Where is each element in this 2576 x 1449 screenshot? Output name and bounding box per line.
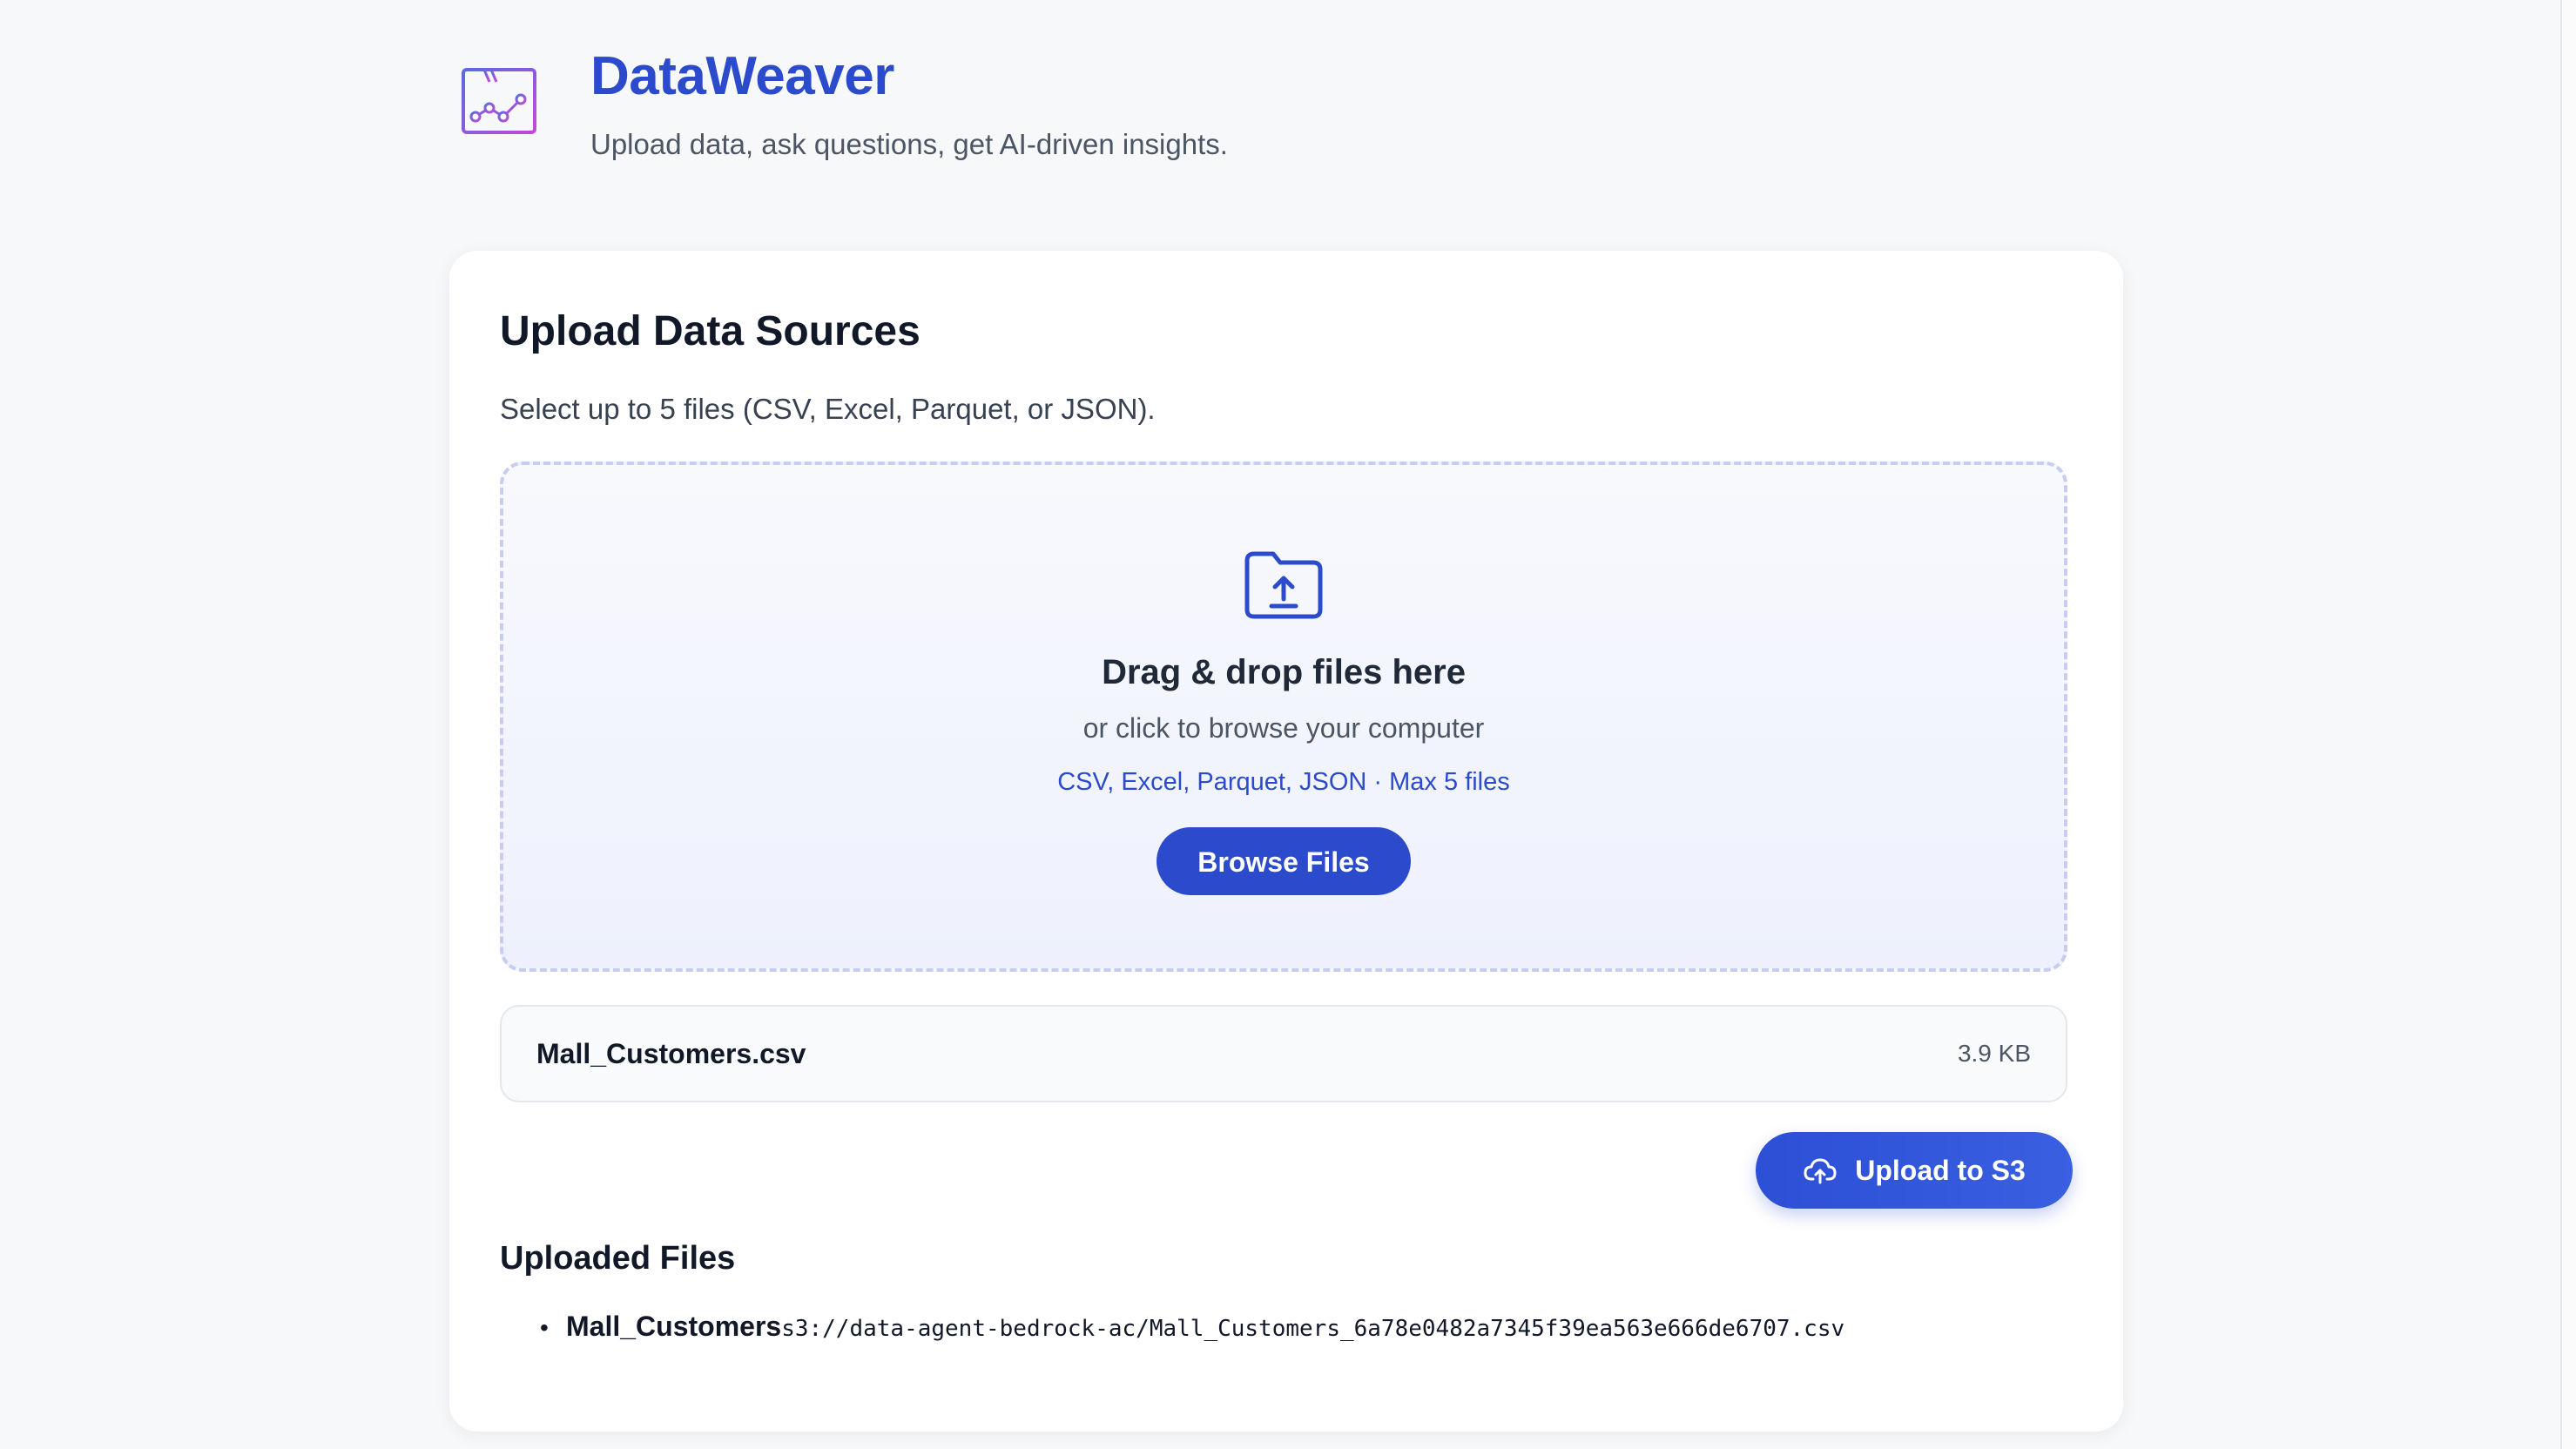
bullet-icon: • [540,1314,549,1341]
brand: DataWeaver Upload data, ask questions, g… [590,45,1228,162]
page: DataWeaver Upload data, ask questions, g… [0,0,2576,1449]
app-header: DataWeaver Upload data, ask questions, g… [460,45,1228,162]
dropzone-hint: CSV, Excel, Parquet, JSON · Max 5 files [1057,768,1510,796]
app-subtitle: Upload data, ask questions, get AI-drive… [590,128,1228,160]
upload-button-label: Upload to S3 [1855,1154,2026,1186]
dropzone-subtitle: or click to browse your computer [1082,712,1485,744]
upload-card-title: Upload Data Sources [500,308,920,354]
dropzone-title: Drag & drop files here [1102,653,1466,691]
selected-file-row: Mall_Customers.csv 3.9 KB [500,1005,2067,1102]
browse-files-button[interactable]: Browse Files [1157,827,1411,895]
selected-file-size: 3.9 KB [1957,1040,2031,1067]
cloud-upload-icon [1804,1158,1837,1184]
folder-upload-icon [1244,551,1323,619]
uploaded-files-title: Uploaded Files [500,1240,736,1277]
uploaded-files-list: • Mall_Customers s3://data-agent-bedrock… [500,1308,1844,1347]
uploaded-file-name: Mall_Customers [566,1311,782,1342]
list-item: • Mall_Customers s3://data-agent-bedrock… [500,1308,1844,1347]
scrollbar[interactable] [2560,0,2576,1449]
upload-card-description: Select up to 5 files (CSV, Excel, Parque… [500,393,1156,425]
app-title: DataWeaver [590,46,894,106]
file-dropzone[interactable]: Drag & drop files here or click to brows… [500,462,2067,972]
upload-to-s3-button[interactable]: Upload to S3 [1756,1132,2073,1209]
chart-window-icon [462,68,536,134]
selected-file-name: Mall_Customers.csv [536,1038,806,1069]
uploaded-file-path: s3://data-agent-bedrock-ac/Mall_Customer… [781,1316,1845,1342]
upload-card: Upload Data Sources Select up to 5 files… [449,251,2123,1432]
